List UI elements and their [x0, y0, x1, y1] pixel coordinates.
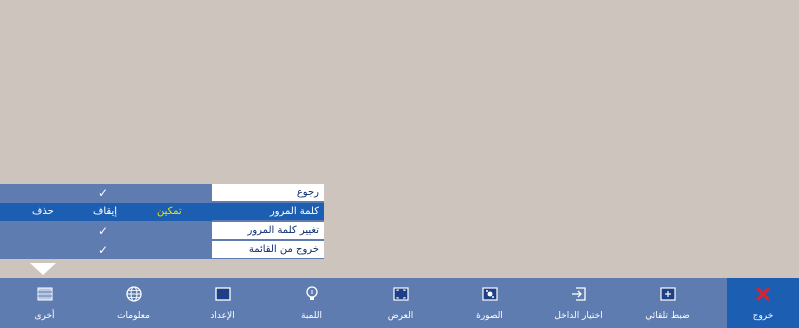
auto-adjust-icon: [659, 287, 676, 301]
tab-label: خروج: [752, 311, 774, 321]
globe-icon: [125, 286, 142, 302]
password-enable-option[interactable]: تمكين: [157, 203, 182, 221]
display-icon: [392, 287, 409, 301]
tab-display[interactable]: العرض: [356, 278, 445, 328]
check-icon: ✓: [97, 186, 109, 200]
tab-label: العرض: [387, 311, 414, 321]
menu-item-exit-menu[interactable]: ✓ خروج من القائمة: [0, 241, 324, 259]
close-icon: [755, 286, 771, 302]
tab-label: ضبط تلقائي: [645, 311, 690, 321]
tab-lamp[interactable]: اللمبة: [267, 278, 356, 328]
tab-setup[interactable]: الإعداد: [178, 278, 267, 328]
menu-item-label: خروج من القائمة: [212, 241, 324, 259]
menu-item-password[interactable]: حذف إيقاف تمكين كلمة المرور: [0, 203, 324, 221]
check-icon: ✓: [97, 224, 109, 238]
tab-label: الإعداد: [210, 311, 235, 321]
menu-item-back[interactable]: ✓ رجوع: [0, 184, 324, 202]
tab-label: اللمبة: [301, 311, 322, 321]
input-select-icon: [571, 287, 586, 301]
password-disable-option[interactable]: إيقاف: [93, 203, 117, 221]
tab-label: أخرى: [34, 311, 55, 321]
tab-input-select[interactable]: اختيار الداخل: [534, 278, 623, 328]
menu-item-label: رجوع: [212, 184, 324, 202]
password-delete-option[interactable]: حذف: [32, 203, 54, 221]
main-menu-bar: أخرى معلومات الإعداد اللمبة العرض الصورة…: [0, 278, 799, 328]
menu-item-label: كلمة المرور: [212, 203, 324, 221]
setup-icon: [214, 287, 231, 301]
tab-auto-adjust[interactable]: ضبط تلقائي: [623, 278, 712, 328]
image-icon: [481, 287, 498, 301]
tab-label: معلومات: [117, 311, 150, 321]
tab-exit[interactable]: خروج: [727, 278, 799, 328]
tab-image[interactable]: الصورة: [445, 278, 534, 328]
other-icon: [37, 287, 52, 301]
tab-label: الصورة: [476, 311, 503, 321]
tab-info[interactable]: معلومات: [89, 278, 178, 328]
tab-other[interactable]: أخرى: [0, 278, 89, 328]
menu-pointer-icon: [30, 263, 56, 275]
lamp-icon: [305, 286, 318, 300]
check-icon: ✓: [97, 243, 109, 257]
menu-item-label: تغيير كلمة المرور: [212, 222, 324, 240]
menu-item-change-password[interactable]: ✓ تغيير كلمة المرور: [0, 222, 324, 240]
tab-label: اختيار الداخل: [554, 311, 603, 321]
password-submenu: ✓ رجوع حذف إيقاف تمكين كلمة المرور ✓ تغي…: [0, 184, 324, 259]
